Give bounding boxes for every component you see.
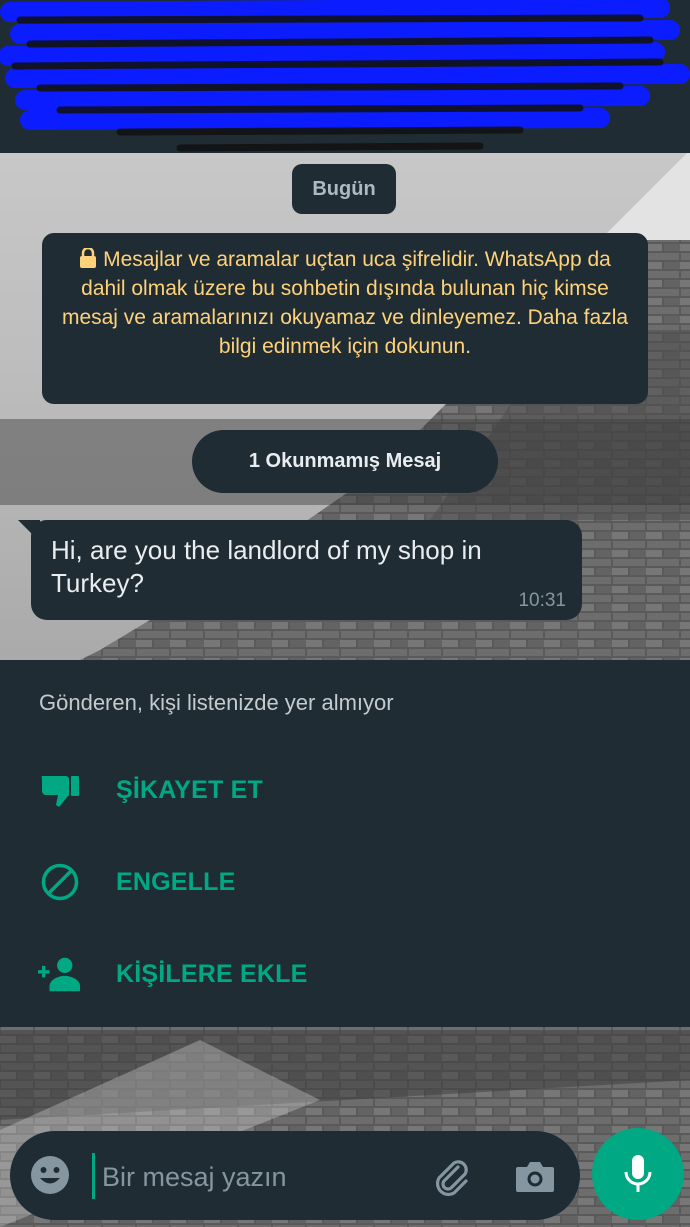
- thumbs-down-icon: [38, 768, 82, 812]
- add-contact-icon: [38, 952, 82, 996]
- message-time: 10:31: [518, 590, 566, 611]
- unread-messages-badge: 1 Okunmamış Mesaj: [192, 430, 498, 493]
- report-label: ŞİKAYET ET: [116, 775, 263, 804]
- redaction-scribble: [0, 0, 690, 152]
- attach-icon[interactable]: [428, 1153, 474, 1199]
- date-chip: Bugün: [292, 164, 396, 214]
- message-input[interactable]: [100, 1151, 424, 1203]
- unknown-sender-note: Gönderen, kişi listenizde yer almıyor: [39, 690, 394, 715]
- incoming-message-bubble[interactable]: Hi, are you the landlord of my shop in T…: [31, 520, 582, 620]
- encryption-notice-text: Mesajlar ve aramalar uçtan uca şifrelidi…: [61, 248, 629, 358]
- block-button[interactable]: ENGELLE: [0, 852, 690, 912]
- block-label: ENGELLE: [116, 867, 236, 896]
- unknown-sender-panel: Gönderen, kişi listenizde yer almıyor Şİ…: [0, 660, 690, 1027]
- message-composer: [10, 1131, 580, 1220]
- emoji-icon[interactable]: [30, 1155, 70, 1195]
- report-button[interactable]: ŞİKAYET ET: [0, 760, 690, 820]
- block-icon: [38, 860, 82, 904]
- mic-icon: [624, 1155, 652, 1192]
- add-contact-button[interactable]: KİŞİLERE EKLE: [0, 944, 690, 1004]
- camera-icon[interactable]: [514, 1155, 556, 1197]
- message-text: Hi, are you the landlord of my shop in T…: [51, 535, 482, 598]
- lock-icon: [80, 248, 97, 268]
- add-contact-label: KİŞİLERE EKLE: [116, 959, 308, 988]
- text-cursor: [92, 1153, 95, 1199]
- voice-message-button[interactable]: [592, 1128, 684, 1220]
- encryption-notice[interactable]: Mesajlar ve aramalar uçtan uca şifrelidi…: [42, 233, 648, 404]
- chat-header[interactable]: [0, 0, 690, 153]
